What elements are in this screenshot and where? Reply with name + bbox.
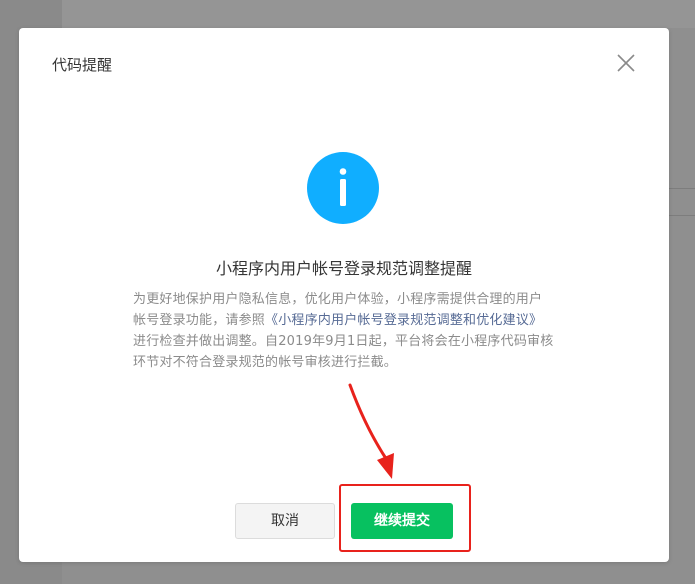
notice-body-text: 进行检查并做出调整。自2019年9月1日起，平台将会在小程序代码审核环节对不符合… xyxy=(133,334,554,370)
login-guideline-link[interactable]: 《小程序内用户帐号登录规范调整和优化建议》 xyxy=(265,313,542,328)
close-icon xyxy=(617,54,635,72)
background-header xyxy=(62,0,695,28)
background-divider xyxy=(669,215,695,216)
close-button[interactable] xyxy=(615,52,637,74)
background-divider xyxy=(669,188,695,189)
continue-submit-button[interactable]: 继续提交 xyxy=(351,503,453,539)
page: 代码提醒 小程序内用户帐号登录规范调整提醒 为更好地保护用户隐私信息，优化用户体… xyxy=(0,0,695,584)
notice-body: 为更好地保护用户隐私信息，优化用户体验，小程序需提供合理的用户帐号登录功能，请参… xyxy=(133,289,555,373)
notice-title: 小程序内用户帐号登录规范调整提醒 xyxy=(215,259,472,278)
dialog-title: 代码提醒 xyxy=(52,56,113,74)
cancel-button[interactable]: 取消 xyxy=(235,503,335,539)
info-icon xyxy=(307,152,379,224)
code-reminder-dialog: 代码提醒 小程序内用户帐号登录规范调整提醒 为更好地保护用户隐私信息，优化用户体… xyxy=(19,28,669,562)
